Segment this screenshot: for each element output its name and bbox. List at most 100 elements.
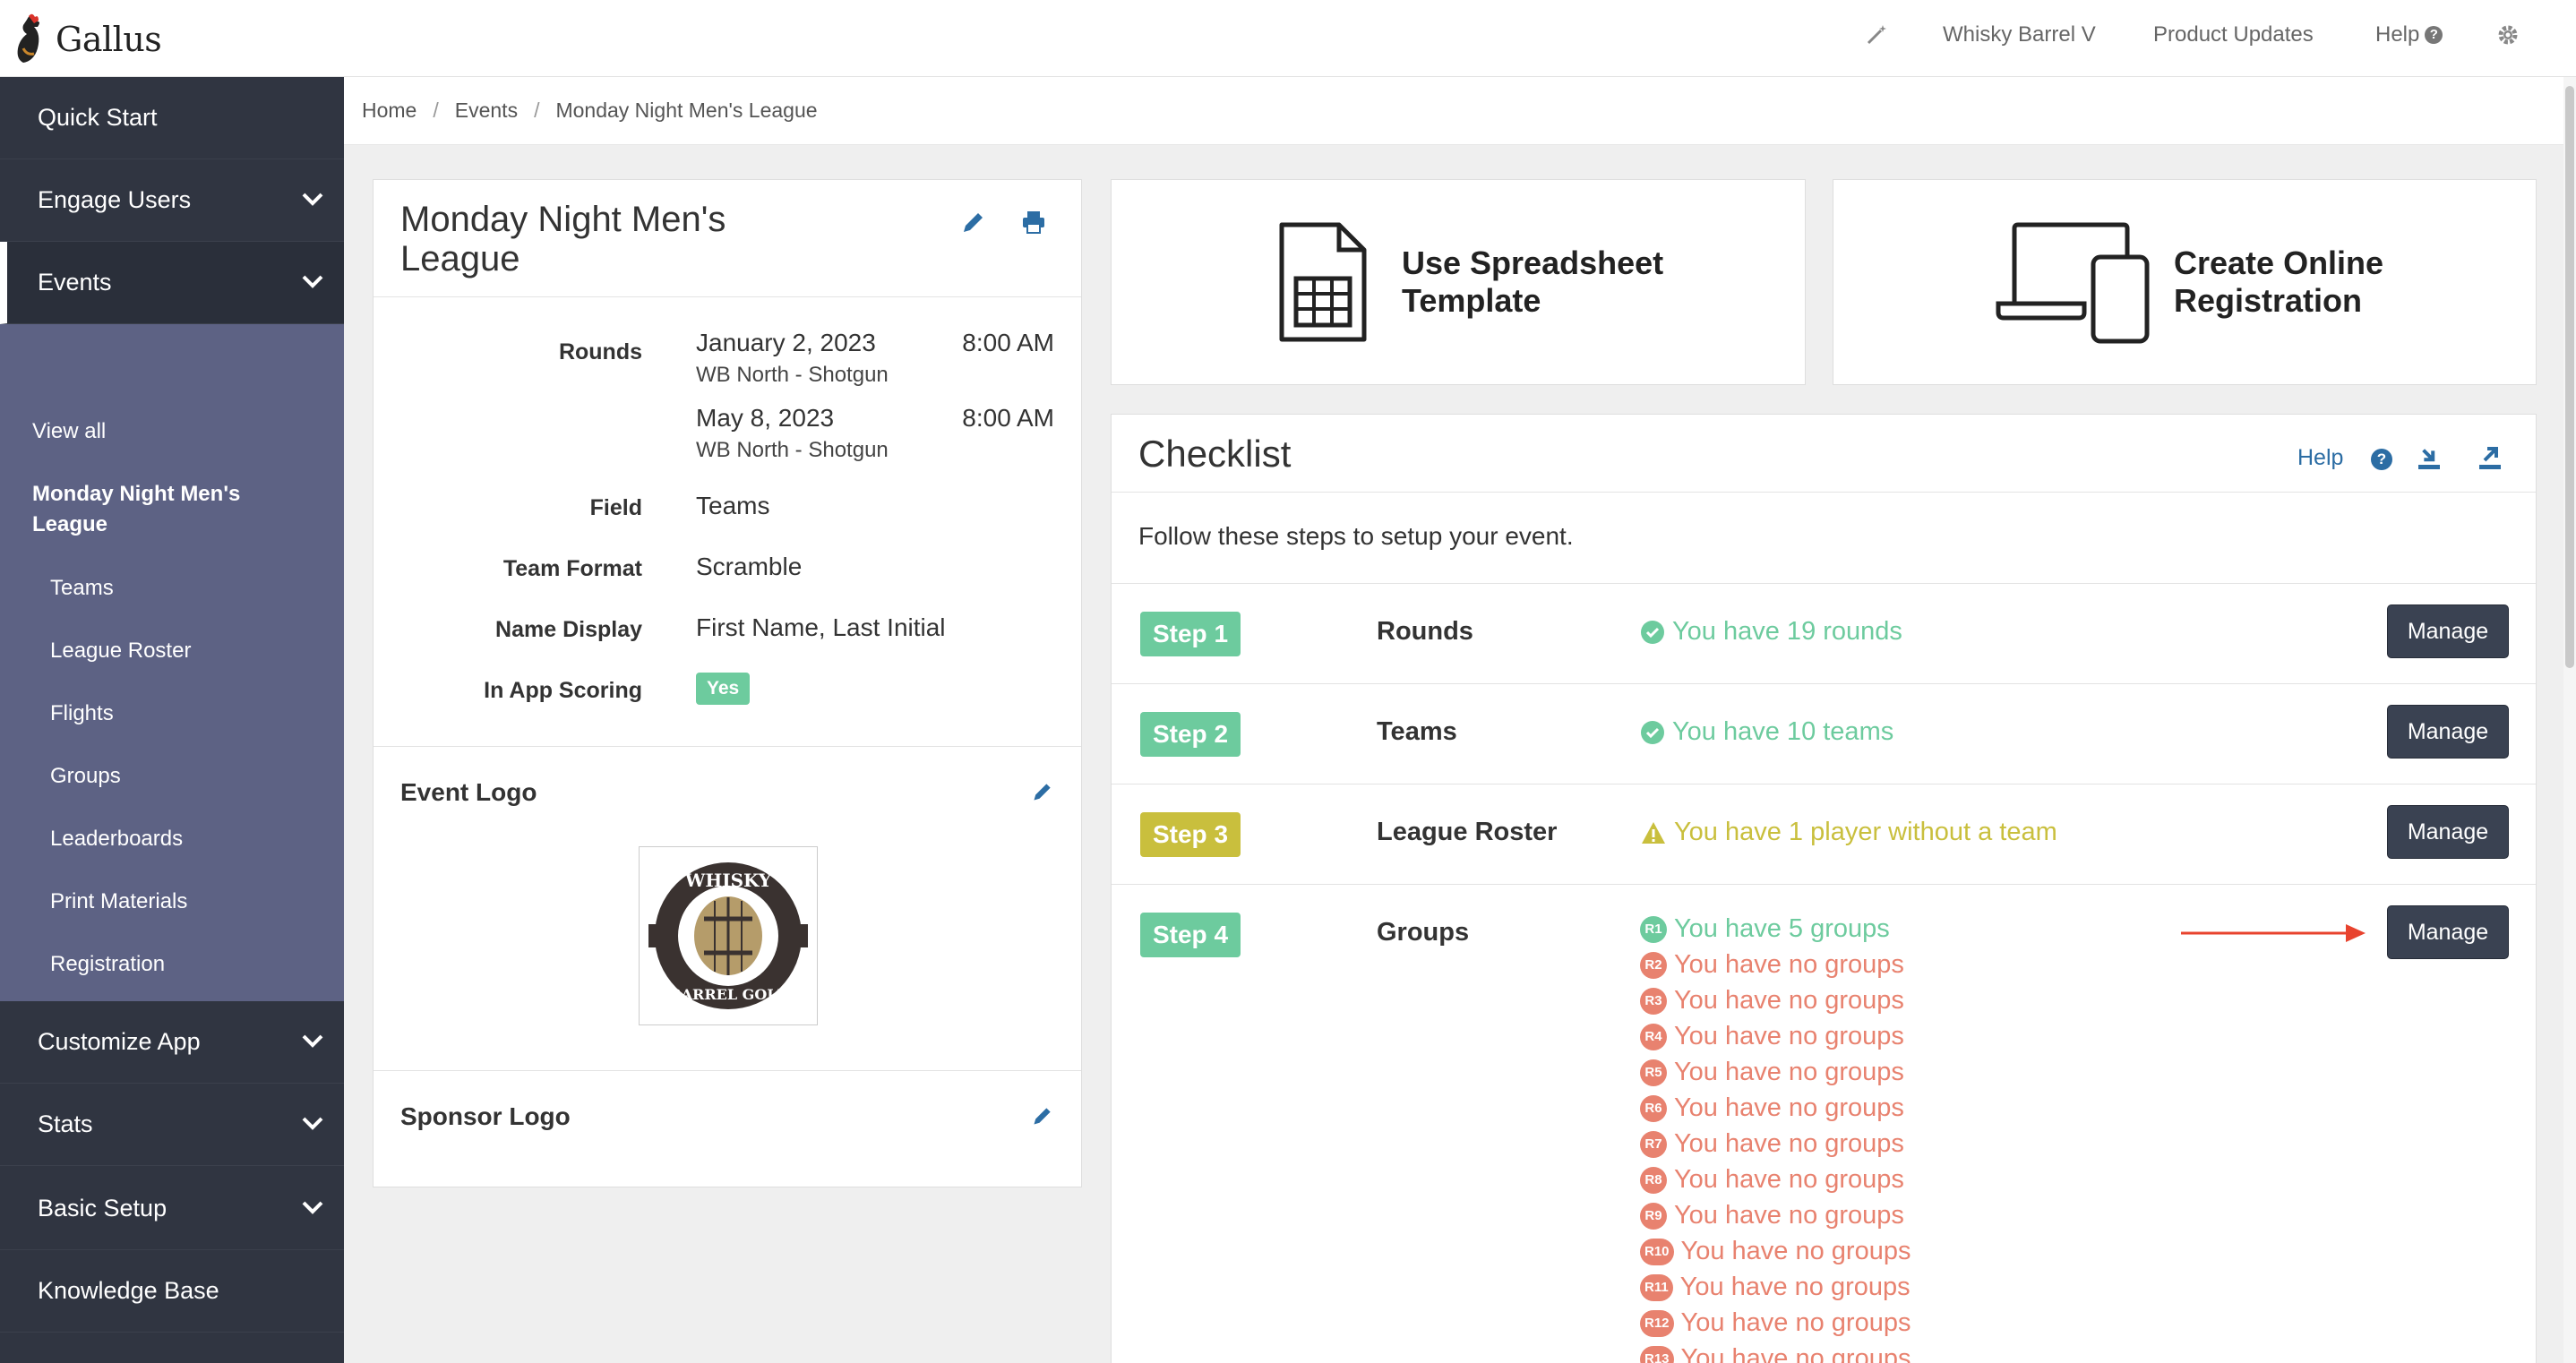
annotation-arrow [2181, 924, 2366, 942]
pencil-icon[interactable] [1031, 780, 1054, 803]
use-spreadsheet-template-card[interactable]: Use Spreadsheet Template [1111, 179, 1806, 385]
breadcrumb-home[interactable]: Home [362, 99, 416, 123]
sidebar-item-label: Quick Start [38, 104, 158, 131]
submenu-view-all[interactable]: View all [32, 419, 106, 444]
group-status-text: You have no groups [1680, 1308, 1911, 1337]
sidebar-item-events[interactable]: Events [0, 242, 344, 324]
round-course: WB North - Shotgun [696, 363, 889, 387]
submenu-league-roster[interactable]: League Roster [50, 639, 191, 664]
online-line-2: Registration [2174, 282, 2363, 319]
step-status: You have 10 teams [1640, 717, 1893, 747]
sidebar-item-stats[interactable]: Stats [0, 1084, 344, 1166]
step-name: Rounds [1377, 617, 1473, 646]
export-icon[interactable] [2477, 445, 2503, 472]
sidebar-item-basic-setup[interactable]: Basic Setup [0, 1168, 344, 1250]
import-icon[interactable] [2416, 445, 2443, 472]
divider [374, 746, 1081, 747]
online-card-text: Create Online Registration [2174, 244, 2383, 320]
breadcrumb-separator: / [534, 99, 540, 122]
divider [374, 1070, 1081, 1071]
pencil-icon[interactable] [1031, 1104, 1054, 1127]
manage-league-roster-button[interactable]: Manage [2387, 805, 2509, 859]
product-updates-link[interactable]: Product Updates [2153, 0, 2314, 70]
rounds-label: Rounds [558, 339, 642, 364]
spreadsheet-card-text: Use Spreadsheet Template [1402, 244, 1663, 320]
venue-menu[interactable]: Whisky Barrel V [1943, 0, 2096, 70]
page-scrollbar-thumb[interactable] [2565, 86, 2574, 668]
printer-icon[interactable] [1020, 209, 1047, 236]
group-status-text: You have no groups [1674, 986, 1904, 1015]
create-online-registration-card[interactable]: Create Online Registration [1833, 179, 2537, 385]
group-status-line: R11 You have no groups [1640, 1273, 1911, 1302]
round-badge: R9 [1640, 1202, 1667, 1230]
step-status: You have 19 rounds [1640, 617, 1902, 647]
submenu-current-event[interactable]: Monday Night Men's League [32, 479, 319, 540]
step-badge: Step 3 [1140, 812, 1241, 857]
app-logo[interactable]: Gallus [11, 13, 162, 66]
chevron-down-icon [302, 1201, 323, 1214]
group-status-line: R4 You have no groups [1640, 1022, 1904, 1051]
help-circle-icon[interactable]: ? [2371, 449, 2392, 470]
breadcrumb-events[interactable]: Events [455, 99, 518, 123]
round-time: 8:00 AM [962, 329, 1054, 356]
manage-teams-button[interactable]: Manage [2387, 705, 2509, 759]
group-status-text: You have 5 groups [1674, 914, 1890, 943]
pencil-icon[interactable] [960, 209, 987, 236]
round-badge: R11 [1640, 1273, 1673, 1301]
group-status-text: You have no groups [1674, 1022, 1904, 1050]
group-status-text: You have no groups [1674, 950, 1904, 979]
chevron-down-icon [302, 1117, 323, 1130]
sidebar-item-quick-start[interactable]: Quick Start [0, 77, 344, 159]
checklist-help-link[interactable]: Help [2297, 445, 2343, 471]
sidebar-item-knowledge-base[interactable]: Knowledge Base [0, 1250, 344, 1333]
group-status-line: R10 You have no groups [1640, 1237, 1911, 1266]
step-badge: Step 1 [1140, 612, 1241, 656]
check-circle-icon [1641, 620, 1664, 644]
divider [1112, 583, 2536, 584]
group-status-line: R9 You have no groups [1640, 1201, 1904, 1230]
sidebar-item-engage-users[interactable]: Engage Users [0, 159, 344, 242]
submenu-groups[interactable]: Groups [50, 764, 121, 789]
submenu-print-materials[interactable]: Print Materials [50, 889, 187, 914]
help-menu[interactable]: Help ? [2375, 0, 2443, 70]
sidebar-item-label: Knowledge Base [38, 1277, 219, 1304]
sponsor-logo-title: Sponsor Logo [400, 1102, 571, 1130]
sidebar-item-label: Stats [38, 1110, 93, 1137]
field-value: Teams [696, 492, 770, 519]
field-label: Field [589, 495, 642, 520]
step-status: You have 1 player without a team [1640, 818, 2057, 847]
submenu-leaderboards[interactable]: Leaderboards [50, 827, 183, 852]
spreadsheet-line-1: Use Spreadsheet [1402, 244, 1664, 281]
submenu-teams[interactable]: Teams [50, 576, 114, 601]
round-time: 8:00 AM [962, 404, 1054, 432]
settings-button[interactable] [2497, 0, 2519, 70]
submenu-flights[interactable]: Flights [50, 701, 114, 726]
magic-wand-button[interactable] [1865, 0, 1893, 70]
event-logo-image[interactable]: WHISKY BARREL GOLF [639, 846, 818, 1025]
top-bar: Gallus Whisky Barrel V Product Updates H… [0, 0, 2576, 77]
group-status-line: R5 You have no groups [1640, 1058, 1904, 1087]
step-name: League Roster [1377, 818, 1558, 846]
online-line-1: Create Online [2174, 244, 2384, 281]
sidebar-item-customize-app[interactable]: Customize App [0, 1001, 344, 1084]
round-date: January 2, 2023 [696, 329, 876, 356]
round-badge: R1 [1640, 915, 1667, 943]
breadcrumb-separator: / [433, 99, 439, 122]
team-format-label: Team Format [502, 556, 642, 581]
manage-groups-button[interactable]: Manage [2387, 905, 2509, 959]
event-title: Monday Night Men's League [400, 200, 726, 279]
group-status-text: You have no groups [1679, 1273, 1911, 1301]
events-submenu: View all Monday Night Men's League Teams… [0, 324, 344, 1001]
round-date: May 8, 2023 [696, 404, 835, 432]
sidebar: Quick Start Engage Users Events View all… [0, 77, 344, 1363]
group-status-text: You have no groups [1674, 1058, 1904, 1086]
group-status-line: R13 You have no groups [1640, 1344, 1911, 1363]
submenu-registration[interactable]: Registration [50, 952, 165, 977]
step-status-text: You have 19 rounds [1672, 617, 1902, 646]
round-badge: R3 [1640, 987, 1667, 1015]
manage-rounds-button[interactable]: Manage [2387, 604, 2509, 658]
step-status-text: You have 1 player without a team [1674, 818, 2057, 846]
gear-icon [2498, 25, 2518, 45]
divider [1112, 492, 2536, 493]
round-badge: R10 [1640, 1238, 1674, 1265]
